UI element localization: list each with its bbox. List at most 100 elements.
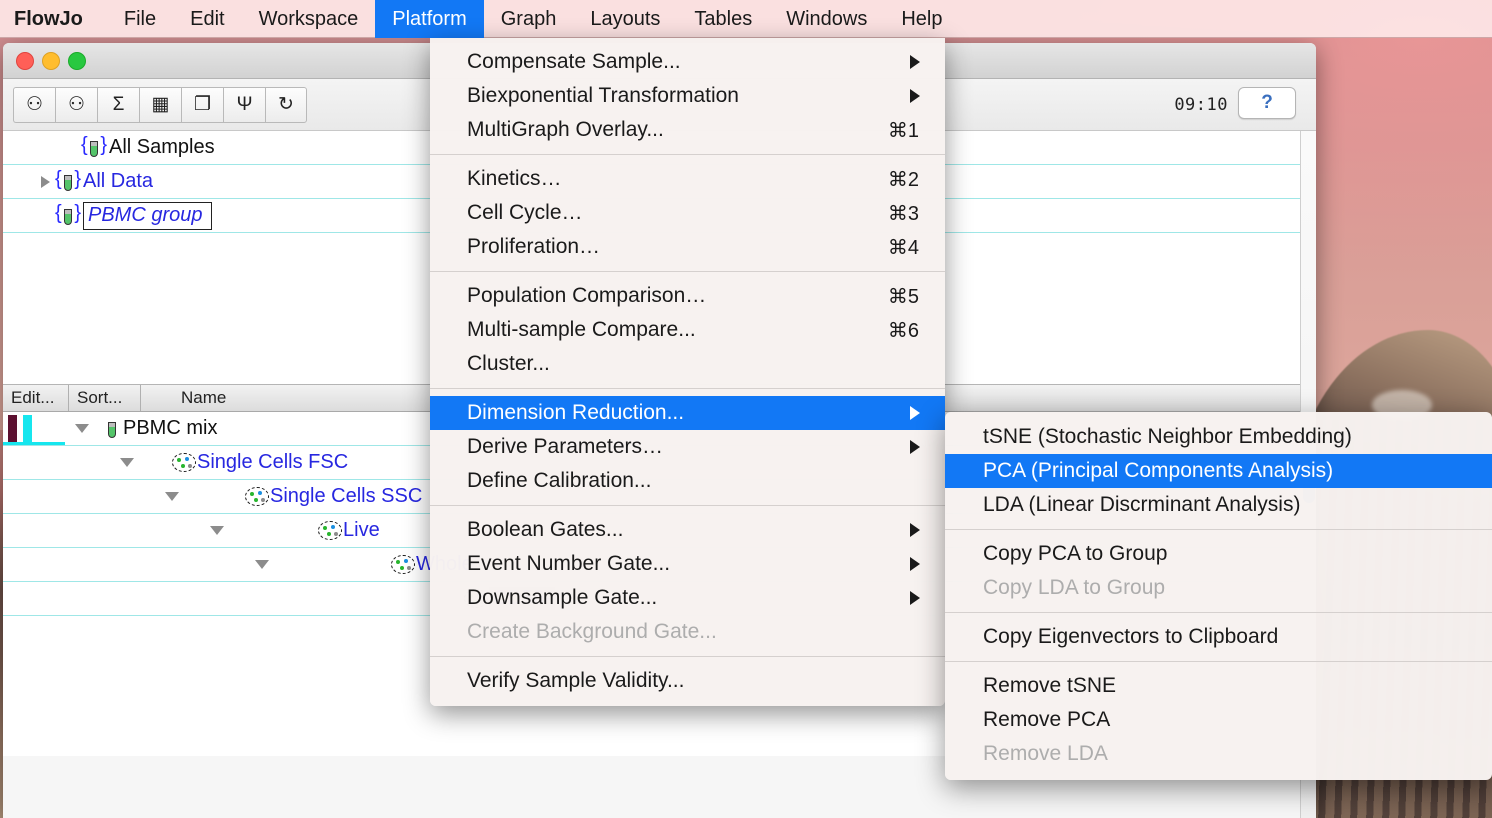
menu-item-shortcut: ⌘5: [887, 285, 919, 308]
sample-name-label[interactable]: Single Cells FSC: [197, 451, 348, 474]
menu-item-derive-parameters[interactable]: Derive Parameters…: [430, 430, 945, 464]
menu-item-label: Proliferation…: [467, 235, 601, 258]
menu-item-label: Copy Eigenvectors to Clipboard: [983, 625, 1279, 648]
menu-item-multi-sample-compare[interactable]: Multi-sample Compare... ⌘6: [430, 313, 945, 347]
menu-item-label: Biexponential Transformation: [467, 84, 739, 107]
menu-item-pca-principal-components-analysis[interactable]: PCA (Principal Components Analysis): [945, 454, 1492, 488]
clock-display: 09:10: [1174, 95, 1228, 115]
menu-item-label: Kinetics…: [467, 167, 562, 190]
menu-separator: [430, 271, 945, 272]
menu-item-tsne-stochastic-neighbor-embedding[interactable]: tSNE (Stochastic Neighbor Embedding): [945, 420, 1492, 454]
menubar-app-name[interactable]: FlowJo: [0, 0, 107, 38]
minimize-window-button[interactable]: [42, 52, 60, 70]
menu-separator: [945, 661, 1492, 662]
menubar-item-tables[interactable]: Tables: [677, 0, 769, 38]
menubar-item-platform[interactable]: Platform: [375, 0, 484, 38]
menu-item-label: Multi-sample Compare...: [467, 318, 696, 341]
maximize-window-button[interactable]: [68, 52, 86, 70]
group-name-label[interactable]: PBMC group: [83, 201, 212, 230]
collapse-triangle-icon[interactable]: [165, 492, 179, 501]
menu-item-kinetics[interactable]: Kinetics… ⌘2: [430, 162, 945, 196]
menu-item-label: LDA (Linear Discrminant Analysis): [983, 493, 1301, 516]
sample-name-label[interactable]: Live: [343, 519, 380, 542]
menu-item-boolean-gates[interactable]: Boolean Gates...: [430, 513, 945, 547]
menu-item-population-comparison[interactable]: Population Comparison… ⌘5: [430, 279, 945, 313]
menubar-item-file[interactable]: File: [107, 0, 173, 38]
collapse-triangle-icon[interactable]: [255, 560, 269, 569]
table-icon[interactable]: ▦: [139, 86, 181, 123]
menu-item-label: Cell Cycle…: [467, 201, 583, 224]
menu-item-copy-eigenvectors-to-clipboard[interactable]: Copy Eigenvectors to Clipboard: [945, 620, 1492, 654]
menu-item-define-calibration[interactable]: Define Calibration...: [430, 464, 945, 498]
menubar-item-windows[interactable]: Windows: [769, 0, 884, 38]
menu-item-label: Population Comparison…: [467, 284, 707, 307]
menu-separator: [945, 529, 1492, 530]
expander-cell: [155, 492, 189, 501]
menu-item-shortcut: ⌘3: [887, 202, 919, 225]
menu-item-event-number-gate[interactable]: Event Number Gate...: [430, 547, 945, 581]
menubar-item-layouts[interactable]: Layouts: [573, 0, 677, 38]
menubar-item-graph[interactable]: Graph: [484, 0, 574, 38]
menu-item-label: tSNE (Stochastic Neighbor Embedding): [983, 425, 1352, 448]
refresh-icon[interactable]: ↻: [265, 86, 307, 123]
menu-item-label: MultiGraph Overlay...: [467, 118, 664, 141]
menu-separator: [430, 505, 945, 506]
test-tube-group-icon[interactable]: ⚇: [55, 86, 97, 123]
submenu-arrow-icon: [910, 89, 920, 103]
collapse-triangle-icon[interactable]: [210, 526, 224, 535]
column-header-edit[interactable]: Edit...: [3, 385, 69, 411]
group-name-label: All Data: [83, 170, 154, 192]
sigma-statistics-icon[interactable]: Σ: [97, 86, 139, 123]
sample-color-indicator: [3, 412, 65, 445]
menu-item-label: Dimension Reduction...: [467, 401, 685, 424]
menubar-item-help[interactable]: Help: [884, 0, 959, 38]
close-window-button[interactable]: [16, 52, 34, 70]
menu-item-proliferation[interactable]: Proliferation… ⌘4: [430, 230, 945, 264]
menu-item-downsample-gate[interactable]: Downsample Gate...: [430, 581, 945, 615]
menu-item-multigraph-overlay[interactable]: MultiGraph Overlay... ⌘1: [430, 113, 945, 147]
menu-item-remove-pca[interactable]: Remove PCA: [945, 703, 1492, 737]
menu-item-remove-tsne[interactable]: Remove tSNE: [945, 669, 1492, 703]
psi-compensation-icon[interactable]: Ψ: [223, 86, 265, 123]
sample-name-label[interactable]: PBMC mix: [123, 417, 217, 440]
submenu-arrow-icon: [910, 591, 920, 605]
menu-item-label: Define Calibration...: [467, 469, 652, 492]
menu-item-shortcut: ⌘4: [887, 236, 919, 259]
expander-cell: [110, 458, 144, 467]
expand-triangle-icon[interactable]: [41, 175, 50, 188]
menu-item-label: Downsample Gate...: [467, 586, 658, 609]
menubar-item-edit[interactable]: Edit: [173, 0, 241, 38]
menu-item-label: Boolean Gates...: [467, 518, 624, 541]
collapse-triangle-icon[interactable]: [75, 424, 89, 433]
menu-item-verify-sample-validity[interactable]: Verify Sample Validity...: [430, 664, 945, 698]
layout-icon[interactable]: ❐: [181, 86, 223, 123]
macos-menu-bar: FlowJo File Edit Workspace Platform Graph Lay…: [0, 0, 1492, 38]
menu-item-lda-linear-discrminant-analysis[interactable]: LDA (Linear Discrminant Analysis): [945, 488, 1492, 522]
menu-separator: [945, 612, 1492, 613]
menu-item-shortcut: ⌘2: [887, 168, 919, 191]
menu-item-dimension-reduction[interactable]: Dimension Reduction...: [430, 396, 945, 430]
window-controls: [16, 52, 86, 70]
menu-item-label: Event Number Gate...: [467, 552, 671, 575]
column-header-sort[interactable]: Sort...: [69, 385, 141, 411]
help-button[interactable]: ?: [1238, 87, 1296, 119]
menu-item-label: Copy LDA to Group: [983, 576, 1166, 599]
menu-item-copy-lda-to-group: Copy LDA to Group: [945, 571, 1492, 605]
expander-cell: [200, 526, 234, 535]
collapse-triangle-icon[interactable]: [120, 458, 134, 467]
menu-item-cluster[interactable]: Cluster...: [430, 347, 945, 381]
submenu-arrow-icon: [910, 557, 920, 571]
test-tube-icon[interactable]: ⚇: [13, 86, 55, 123]
submenu-arrow-icon: [910, 406, 920, 420]
menu-item-label: Verify Sample Validity...: [467, 669, 685, 692]
menubar-item-workspace[interactable]: Workspace: [242, 0, 376, 38]
test-tube-group-icon: [55, 168, 81, 193]
menu-item-label: PCA (Principal Components Analysis): [983, 459, 1334, 482]
menu-item-label: Derive Parameters…: [467, 435, 664, 458]
menu-separator: [430, 154, 945, 155]
menu-item-biexponential-transformation[interactable]: Biexponential Transformation: [430, 79, 945, 113]
menu-item-copy-pca-to-group[interactable]: Copy PCA to Group: [945, 537, 1492, 571]
sample-name-label[interactable]: Single Cells SSC: [270, 485, 422, 508]
menu-item-cell-cycle[interactable]: Cell Cycle… ⌘3: [430, 196, 945, 230]
menu-item-compensate-sample[interactable]: Compensate Sample...: [430, 45, 945, 79]
